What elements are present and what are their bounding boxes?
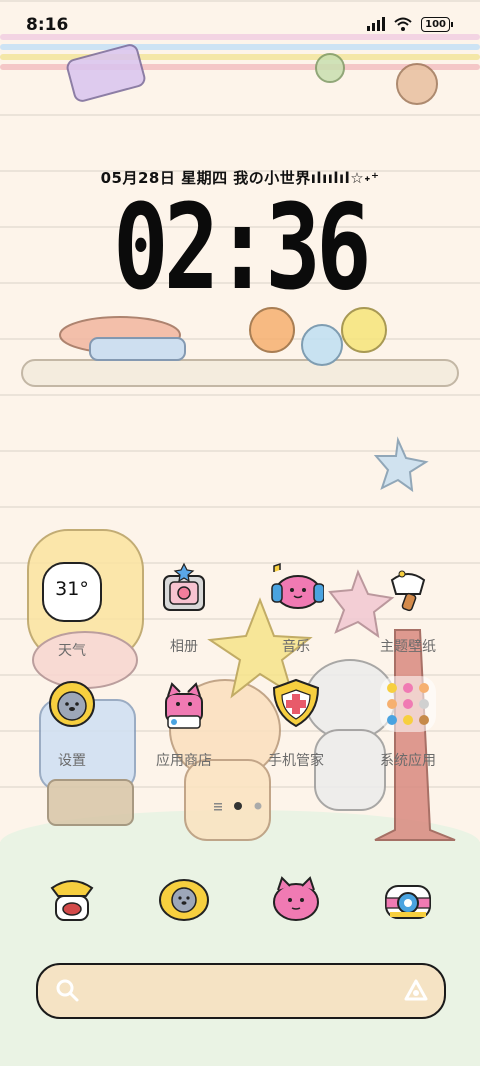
camera-icon — [380, 872, 436, 928]
app-gallery[interactable]: 相册 — [134, 562, 234, 656]
app-security[interactable]: 手机管家 — [246, 676, 346, 770]
app-label: 手机管家 — [268, 753, 324, 769]
page-dots — [214, 802, 262, 811]
themes-icon — [380, 562, 436, 618]
app-themes[interactable]: 主题壁纸 — [358, 562, 458, 656]
app-label: 设置 — [58, 753, 86, 769]
settings-icon — [44, 676, 100, 732]
app-weather[interactable]: 31° 天气 — [22, 562, 122, 660]
app-store[interactable]: 应用商店 — [134, 676, 234, 770]
status-bar: 8:16 100 — [0, 0, 480, 50]
status-icons: 100 — [367, 16, 453, 32]
wifi-icon — [394, 17, 412, 31]
status-time: 8:16 — [26, 15, 69, 35]
gallery-icon — [156, 562, 212, 618]
music-icon — [268, 562, 325, 618]
security-icon — [268, 676, 324, 732]
signal-icon — [367, 17, 386, 31]
big-clock[interactable]: 02:36 — [53, 178, 427, 316]
search-bar[interactable] — [36, 963, 446, 1019]
app-label: 相册 — [170, 639, 198, 655]
dock-camera[interactable] — [358, 872, 458, 928]
app-label: 天气 — [58, 643, 86, 659]
app-store-icon — [156, 676, 212, 732]
assistant-icon[interactable] — [402, 977, 430, 1003]
system-apps-folder-icon — [380, 676, 436, 732]
weather-temp: 31° — [55, 578, 89, 600]
page-indicator[interactable] — [0, 797, 480, 816]
app-music[interactable]: 音乐 — [246, 562, 346, 656]
messages-icon — [156, 872, 212, 928]
phone-icon — [44, 872, 100, 928]
app-system-folder[interactable]: 系统应用 — [358, 676, 458, 770]
weather-icon: 31° — [42, 562, 102, 622]
dock-messages[interactable] — [134, 872, 234, 928]
dock-phone[interactable] — [22, 872, 122, 928]
app-label: 系统应用 — [380, 753, 436, 769]
browser-icon — [268, 872, 324, 928]
app-label: 应用商店 — [156, 753, 212, 769]
app-label: 音乐 — [282, 639, 310, 655]
battery-icon: 100 — [421, 16, 453, 32]
app-settings[interactable]: 设置 — [22, 676, 122, 770]
dock-browser[interactable] — [246, 872, 346, 928]
search-icon — [56, 979, 79, 1002]
app-label: 主题壁纸 — [380, 639, 436, 655]
